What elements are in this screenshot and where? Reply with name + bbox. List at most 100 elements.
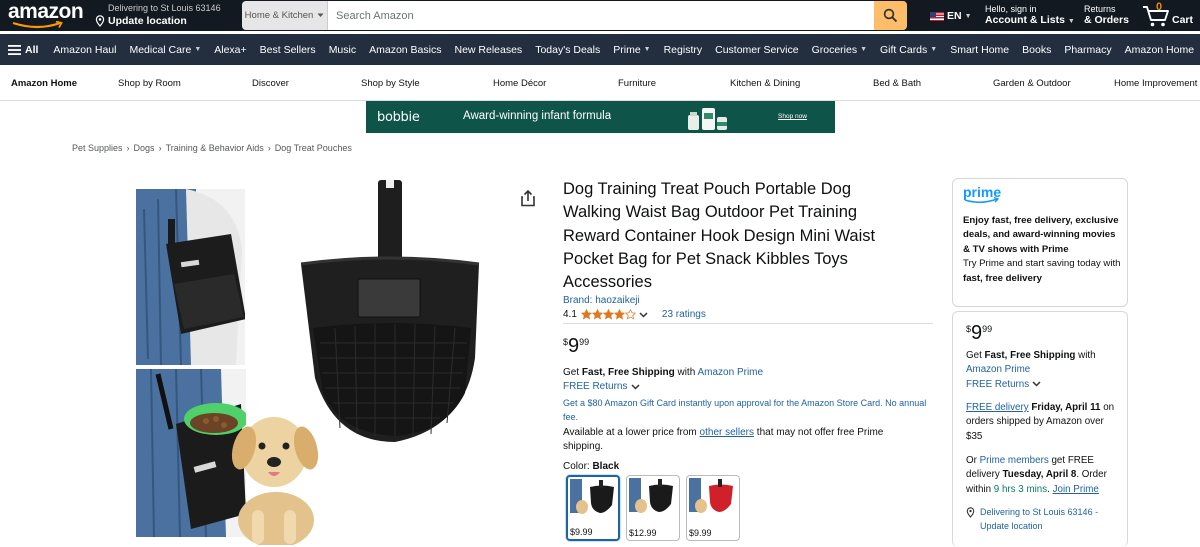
nav-item-today-s-deals[interactable]: Today's Deals [535, 44, 600, 56]
delivery-location-link[interactable]: Delivering to St Louis 63146 - Update lo… [966, 505, 1116, 533]
color-label: Color: [563, 461, 593, 472]
subnav-item-bed-bath[interactable]: Bed & Bath [873, 78, 921, 89]
puppy-image [231, 417, 319, 545]
buy-box-price: $ 9 99 [966, 322, 992, 344]
nav-item-label: Pharmacy [1064, 43, 1112, 56]
nav-item-pharmacy[interactable]: Pharmacy [1064, 44, 1111, 56]
account-menu[interactable]: Hello, sign in Account & Lists ▼ [985, 4, 1075, 26]
buy-box: $ 9 99 Get Fast, Free Shipping with Amaz… [952, 311, 1128, 547]
brand-link[interactable]: Brand: haozaikeji [563, 295, 640, 306]
caret-down-icon: ▼ [964, 12, 972, 20]
search-button[interactable] [874, 1, 907, 30]
deliver-line2: Update location [108, 15, 187, 27]
language-label: EN [947, 10, 962, 22]
nav-item-new-releases[interactable]: New Releases [454, 44, 522, 56]
nav-item-amazon-haul[interactable]: Amazon Haul [53, 44, 116, 56]
product-lifestyle-image-1[interactable] [136, 189, 245, 365]
search-department-select[interactable]: Home & Kitchen [242, 1, 328, 30]
delivery-location[interactable]: Delivering to St Louis 63146 Update loca… [95, 3, 235, 29]
subnav-item-garden-outdoor[interactable]: Garden & Outdoor [993, 78, 1071, 89]
banner-shop-now-link[interactable]: Shop now [778, 113, 807, 120]
nav-item-amazon-home[interactable]: Amazon Home [1125, 44, 1194, 56]
free-delivery-link[interactable]: FREE delivery [966, 402, 1029, 413]
breadcrumb-separator-icon: › [158, 143, 162, 153]
subnav-item-home-d-cor[interactable]: Home Décor [493, 78, 546, 89]
rating-value: 4.1 [563, 309, 577, 320]
share-icon [521, 189, 535, 207]
search-input[interactable] [328, 1, 874, 30]
nav-item-smart-home[interactable]: Smart Home [950, 44, 1009, 56]
chevron-down-icon[interactable] [639, 311, 648, 318]
all-menu-button[interactable]: All [8, 44, 38, 56]
nav-item-gift-cards[interactable]: Gift Cards ▼ [880, 44, 937, 56]
star-icon [624, 309, 636, 320]
ratings-count-link[interactable]: 23 ratings [662, 309, 706, 320]
swatch-thumbnail [689, 478, 733, 513]
subnav-item-kitchen-dining[interactable]: Kitchen & Dining [730, 78, 800, 89]
ad-banner[interactable]: bobbie Award-winning infant formula Shop… [366, 101, 835, 133]
star-icon [613, 309, 625, 320]
sub-nav: Amazon Home Shop by Room Discover Shop by S… [0, 65, 1200, 101]
nav-item-best-sellers[interactable]: Best Sellers [260, 44, 316, 56]
free-returns[interactable]: FREE Returns [563, 381, 640, 392]
join-prime-link[interactable]: Join Prime [1053, 484, 1099, 495]
color-swatch[interactable]: $9.99 [566, 475, 620, 541]
breadcrumb-link[interactable]: Pet Supplies [72, 143, 123, 153]
caret-down-icon: ▼ [860, 46, 868, 53]
prime-promo-box[interactable]: prime Enjoy fast, free delivery, exclusi… [952, 178, 1128, 307]
rating-summary: 4.1 23 ratings [563, 309, 706, 320]
chevron-down-icon [631, 383, 640, 390]
ship-mid: with [1075, 350, 1096, 361]
nav-item-registry[interactable]: Registry [664, 44, 703, 56]
cart-label: Cart [1172, 14, 1194, 26]
breadcrumb-link[interactable]: Training & Behavior Aids [166, 143, 264, 153]
free-returns[interactable]: FREE Returns [966, 379, 1041, 390]
search-icon [883, 8, 898, 23]
nav-item-prime[interactable]: Prime ▼ [613, 44, 650, 56]
nav-item-medical-care[interactable]: Medical Care ▼ [129, 44, 201, 56]
product-main-image[interactable] [295, 178, 485, 446]
nav-item-label: Amazon Haul [53, 43, 117, 56]
nav-item-amazon-basics[interactable]: Amazon Basics [369, 44, 441, 56]
star-rating-icon[interactable] [580, 309, 636, 320]
amazon-prime-link[interactable]: Amazon Prime [698, 367, 764, 378]
caret-down-icon: ▼ [194, 46, 202, 53]
price-whole: 9 [568, 335, 580, 357]
subnav-item-amazon-home[interactable]: Amazon Home [11, 78, 77, 89]
hamburger-icon [8, 44, 21, 55]
nav-item-label: Registry [663, 43, 703, 56]
color-swatch[interactable]: $12.99 [626, 475, 680, 541]
breadcrumb-link[interactable]: Dog Treat Pouches [275, 143, 352, 153]
nav-item-books[interactable]: Books [1022, 44, 1051, 56]
nav-item-alexa[interactable]: Alexa+ [214, 44, 246, 56]
nav-item-customer-service[interactable]: Customer Service [715, 44, 798, 56]
banner-brand: bobbie [377, 110, 420, 125]
gift-card-offer-link[interactable]: Get a $80 Amazon Gift Card instantly upo… [563, 396, 928, 424]
star-icon [591, 309, 603, 320]
breadcrumb-separator-icon: › [126, 143, 130, 153]
nav-item-music[interactable]: Music [329, 44, 356, 56]
top-nav: amazon Delivering to St Louis 63146 Upda… [0, 0, 1200, 31]
nav-item-groceries[interactable]: Groceries ▼ [812, 44, 867, 56]
breadcrumb-link[interactable]: Dogs [134, 143, 155, 153]
language-selector[interactable]: EN ▼ [930, 10, 972, 22]
amazon-prime-link[interactable]: Amazon Prime [966, 364, 1030, 375]
subnav-item-shop-by-style[interactable]: Shop by Style [361, 78, 420, 89]
subnav-item-home-improvement[interactable]: Home Improvement [1114, 78, 1197, 89]
subnav-item-furniture[interactable]: Furniture [618, 78, 656, 89]
color-swatches: $9.99 $12.99 $9.99 [566, 475, 740, 541]
color-swatch[interactable]: $9.99 [686, 475, 740, 541]
nav-item-label: Amazon Basics [369, 43, 442, 56]
subnav-item-shop-by-room[interactable]: Shop by Room [118, 78, 181, 89]
amazon-logo[interactable]: amazon [8, 1, 84, 30]
share-button[interactable] [520, 189, 536, 212]
divider [563, 323, 933, 324]
returns-orders[interactable]: Returns & Orders [1084, 4, 1129, 26]
swatch-thumbnail [629, 478, 673, 513]
all-label: All [25, 43, 39, 56]
cart-button[interactable]: 0 Cart [1142, 1, 1197, 28]
other-sellers-link[interactable]: other sellers [700, 427, 754, 438]
prime-members-link[interactable]: Prime members [980, 455, 1049, 466]
account-lists-label: Account & Lists [985, 14, 1065, 26]
subnav-item-discover[interactable]: Discover [252, 78, 289, 89]
